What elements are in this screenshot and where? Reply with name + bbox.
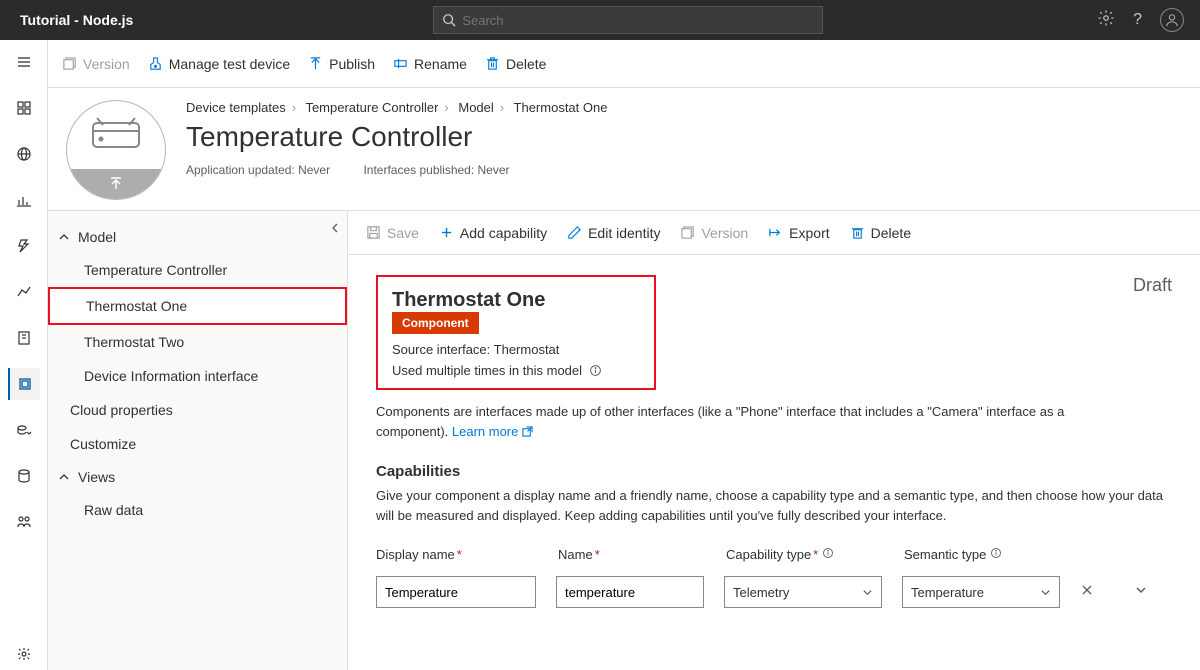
rail-rules-icon[interactable]: [8, 230, 40, 262]
help-icon[interactable]: ?: [1133, 11, 1142, 29]
breadcrumb-item[interactable]: Temperature Controller: [305, 100, 438, 115]
rail-admin-icon[interactable]: [8, 506, 40, 538]
expand-row-icon[interactable]: [1134, 583, 1148, 602]
breadcrumb-item[interactable]: Model: [458, 100, 493, 115]
semantic-type-select[interactable]: Temperature: [902, 576, 1060, 608]
edit-identity-button[interactable]: Edit identity: [567, 225, 660, 241]
breadcrumb-item: Thermostat One: [514, 100, 608, 115]
model-nav: Model Temperature Controller Thermostat …: [48, 211, 348, 670]
col-name: Name*: [558, 547, 706, 562]
breadcrumb-item[interactable]: Device templates: [186, 100, 286, 115]
status-badge: Draft: [1133, 275, 1172, 296]
add-capability-button[interactable]: Add capability: [439, 225, 547, 241]
manage-test-device-button[interactable]: Manage test device: [148, 56, 290, 72]
rail-globe-icon[interactable]: [8, 138, 40, 170]
page-title: Temperature Controller: [186, 121, 1182, 153]
breadcrumb: Device templates› Temperature Controller…: [186, 100, 1182, 115]
col-semantic-type: Semantic type: [904, 547, 1062, 562]
capabilities-description: Give your component a display name and a…: [376, 486, 1166, 525]
delete-button[interactable]: Delete: [485, 56, 546, 72]
model-group[interactable]: Model: [48, 221, 347, 253]
search-icon: [442, 13, 456, 27]
col-capability-type: Capability type*: [726, 547, 884, 562]
left-rail: [0, 40, 48, 670]
device-icon: [89, 113, 143, 153]
display-name-input[interactable]: [376, 576, 536, 608]
nav-item-cloud-properties[interactable]: Cloud properties: [48, 393, 347, 427]
used-multiple: Used multiple times in this model: [392, 363, 640, 378]
search-input[interactable]: [462, 13, 814, 28]
detail-command-bar: Save Add capability Edit identity Versio…: [348, 211, 1200, 255]
delete-detail-button[interactable]: Delete: [850, 225, 911, 241]
hamburger-icon[interactable]: [8, 46, 40, 78]
component-badge: Component: [392, 312, 479, 334]
nav-item-raw-data[interactable]: Raw data: [48, 493, 347, 527]
rail-analytics-icon[interactable]: [8, 276, 40, 308]
template-icon: [66, 100, 166, 200]
app-title: Tutorial - Node.js: [10, 12, 133, 28]
save-button[interactable]: Save: [366, 225, 419, 241]
nav-item-thermostat-one[interactable]: Thermostat One: [48, 287, 347, 325]
component-description: Components are interfaces made up of oth…: [376, 402, 1136, 441]
rail-jobs-icon[interactable]: [8, 322, 40, 354]
rename-button[interactable]: Rename: [393, 56, 467, 72]
chevron-up-icon: [58, 471, 70, 483]
settings-icon[interactable]: [1097, 9, 1115, 32]
nav-item-thermostat-two[interactable]: Thermostat Two: [48, 325, 347, 359]
nav-item-device-information[interactable]: Device Information interface: [48, 359, 347, 393]
capabilities-heading: Capabilities: [376, 463, 1172, 480]
chevron-up-icon: [58, 231, 70, 243]
version-detail-button[interactable]: Version: [680, 225, 748, 241]
rail-dashboard-icon[interactable]: [8, 92, 40, 124]
meta-updated: Application updated: Never: [186, 163, 330, 177]
info-icon[interactable]: [990, 547, 1002, 559]
account-avatar[interactable]: [1160, 8, 1184, 32]
collapse-icon[interactable]: [329, 221, 341, 237]
chevron-down-icon: [862, 587, 873, 598]
rail-templates-icon[interactable]: [8, 368, 40, 400]
version-button[interactable]: Version: [62, 56, 130, 72]
name-input[interactable]: [556, 576, 704, 608]
remove-row-icon[interactable]: [1080, 583, 1094, 602]
component-title: Thermostat One: [392, 289, 545, 312]
search-box[interactable]: [433, 6, 823, 34]
rail-settings-icon[interactable]: [8, 638, 40, 670]
views-group[interactable]: Views: [48, 461, 347, 493]
rail-export-icon[interactable]: [8, 414, 40, 446]
component-header-box: Thermostat One Component Source interfac…: [376, 275, 656, 390]
command-bar: Version Manage test device Publish Renam…: [48, 40, 1200, 88]
chevron-down-icon: [1040, 587, 1051, 598]
learn-more-link[interactable]: Learn more: [452, 424, 533, 439]
info-icon[interactable]: [822, 547, 834, 559]
export-button[interactable]: Export: [768, 225, 829, 241]
publish-button[interactable]: Publish: [308, 56, 375, 72]
col-display-name: Display name*: [376, 547, 538, 562]
meta-published: Interfaces published: Never: [363, 163, 509, 177]
source-interface: Source interface: Thermostat: [392, 342, 640, 357]
capability-type-select[interactable]: Telemetry: [724, 576, 882, 608]
nav-item-temperature-controller[interactable]: Temperature Controller: [48, 253, 347, 287]
nav-item-customize[interactable]: Customize: [48, 427, 347, 461]
info-icon[interactable]: [589, 364, 602, 377]
rail-storage-icon[interactable]: [8, 460, 40, 492]
rail-chart-icon[interactable]: [8, 184, 40, 216]
upload-icon: [108, 176, 124, 192]
capability-row: Telemetry Temperature: [376, 576, 1172, 608]
